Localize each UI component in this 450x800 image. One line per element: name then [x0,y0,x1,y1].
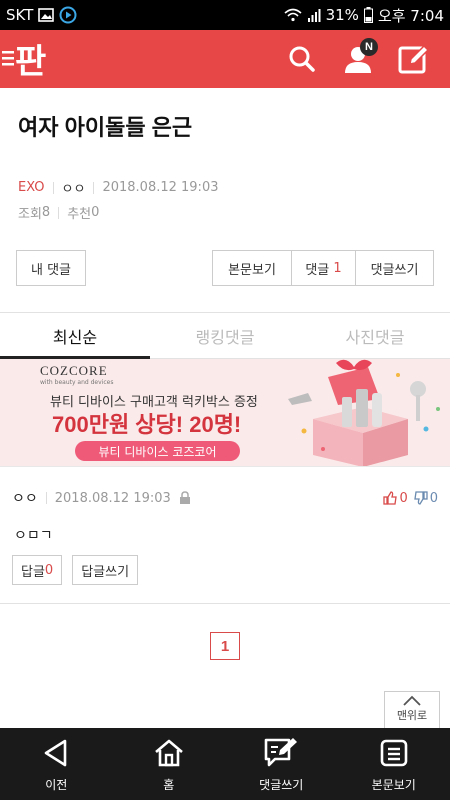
search-button[interactable] [274,30,330,88]
battery-icon [363,7,373,23]
nav-write-comment-button[interactable]: 댓글쓰기 [225,728,338,800]
bottom-navigation: 이전 홈 댓글쓰기 본문보기 [0,728,450,800]
ad-brand-sub: with beauty and devices [40,379,114,386]
views-label: 조회 [18,207,42,222]
battery-percent: 31% [325,6,359,24]
meta-divider [45,492,47,504]
nav-view-post-button[interactable]: 본문보기 [338,728,450,800]
article-stats: 조회 8 추천 0 [0,197,450,222]
tab-latest[interactable]: 최신순 [0,313,150,359]
thumbs-down-icon [413,491,428,505]
app-logo[interactable]: 판 [0,30,58,88]
article-title: 여자 아이돌들 은근 [18,115,193,140]
nav-back-button[interactable]: 이전 [0,728,113,800]
downvote-button[interactable]: 0 [413,490,438,506]
comment-action-row: 내 댓글 본문보기 댓글 1 댓글쓰기 [0,250,450,286]
menu-logo-icon: 판 [2,42,46,81]
pagination: 1 [0,632,450,660]
ad-banner[interactable]: COZCORE with beauty and devices 뷰티 디바이스 … [0,359,450,467]
recommend-count: 0 [91,205,100,220]
recommend-label: 추천 [67,207,92,222]
my-profile-button[interactable]: N [330,30,386,88]
thumbs-up-icon [383,491,398,505]
app-header: 판 N [0,30,450,88]
home-icon [154,739,183,766]
article-date: 2018.08.12 19:03 [102,180,219,195]
wifi-icon [284,8,302,22]
comments-count-button[interactable]: 댓글 1 [292,250,356,286]
meta-divider [52,181,54,194]
comments-label: 댓글 [305,262,330,278]
reply-label: 답글 [21,564,45,580]
write-post-button[interactable] [386,30,442,88]
upvote-button[interactable]: 0 [383,490,408,506]
image-notification-icon [38,8,55,22]
article-author: ㅇㅇ [61,182,86,197]
comment-votes: 0 0 [383,491,438,506]
nav-view-post-label: 본문보기 [371,777,416,792]
nav-home-button[interactable]: 홈 [113,728,226,800]
comment-date: 2018.08.12 19:03 [54,490,171,506]
comment-body: ㅇㅁㄱ [14,528,53,544]
media-play-icon [59,6,77,24]
chevron-up-icon [403,695,421,706]
comment-write-icon [264,737,298,766]
page-current[interactable]: 1 [210,632,240,660]
carrier-label: SKT [6,6,34,24]
nav-home-label: 홈 [163,777,175,792]
comments-count: 1 [333,260,342,276]
comment-actions: 답글 0 답글쓰기 [12,555,438,585]
ad-cta: 뷰티 디바이스 코즈코어 [75,441,240,461]
nav-back-label: 이전 [45,777,68,792]
logo-text: 판 [15,42,46,81]
comment-item: ㅇㅇ 2018.08.12 19:03 0 0 ㅇㅁㄱ 답글 0 답글쓰기 [0,483,450,585]
nav-write-comment-label: 댓글쓰기 [259,777,304,792]
scroll-to-top-label: 맨위로 [396,709,428,722]
lock-icon [179,491,191,505]
search-icon [289,46,315,72]
signal-icon [307,8,321,22]
edit-icon [398,44,430,74]
comment-author: ㅇㅇ [12,491,38,507]
tab-photo[interactable]: 사진댓글 [300,313,450,358]
ad-brand: COZCORE [40,363,108,378]
reply-count: 0 [44,562,54,578]
status-bar: SKT 31% 오후 7:04 [0,0,450,30]
article-category[interactable]: EXO [18,180,45,195]
ad-promo: 700만원 상당! 20명! [52,412,242,437]
meta-divider [93,181,95,194]
view-post-button[interactable]: 본문보기 [212,250,292,286]
back-triangle-icon [44,739,67,766]
view-controls: 본문보기 댓글 1 댓글쓰기 [212,250,434,286]
write-reply-button[interactable]: 답글쓰기 [72,555,139,585]
meta-divider [58,206,60,219]
my-comments-button[interactable]: 내 댓글 [16,250,86,286]
downvote-count: 0 [429,490,438,506]
comment-meta: ㅇㅇ 2018.08.12 19:03 0 0 [12,483,438,513]
tab-ranking[interactable]: 랭킹댓글 [150,313,300,358]
reply-button[interactable]: 답글 0 [12,555,63,585]
write-comment-button[interactable]: 댓글쓰기 [356,250,434,286]
comment-sort-tabs: 최신순 랭킹댓글 사진댓글 [0,313,450,359]
article-meta: EXO ㅇㅇ 2018.08.12 19:03 [0,170,450,197]
views-count: 8 [41,205,51,220]
gift-box-illustration [288,359,440,466]
upvote-count: 0 [399,490,408,506]
clock: 오후 7:04 [377,6,444,25]
notification-badge: N [360,38,378,56]
section-divider [0,603,450,604]
document-icon [380,739,408,766]
scroll-to-top-button[interactable]: 맨위로 [384,691,440,729]
